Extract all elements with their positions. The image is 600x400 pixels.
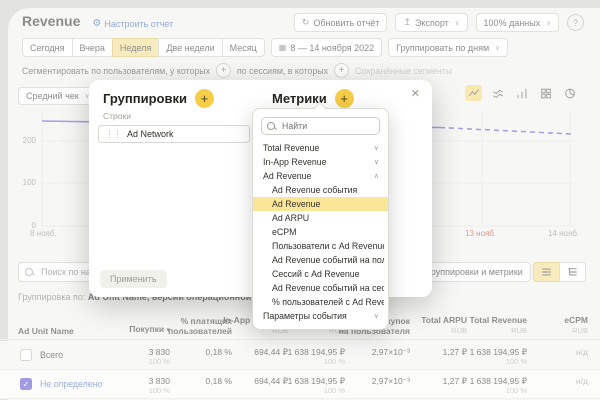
chevron-up-icon: ∧ bbox=[373, 173, 379, 180]
metric-item[interactable]: Ad Revenue событий на пользовате… bbox=[253, 253, 388, 267]
chevron-down-icon: ∨ bbox=[373, 145, 379, 152]
metric-item[interactable]: Сессий с Ad Revenue bbox=[253, 267, 388, 281]
metric-item[interactable]: Пользователи с Ad Revenue bbox=[253, 239, 388, 253]
groupings-column: Группировки + Строки bbox=[103, 89, 214, 121]
groupings-subtitle: Строки bbox=[103, 111, 131, 121]
search-icon bbox=[267, 121, 276, 131]
close-icon[interactable]: ✕ bbox=[411, 89, 420, 100]
metric-item-selected[interactable]: Ad Revenue bbox=[253, 197, 388, 211]
chevron-down-icon: ∨ bbox=[373, 313, 379, 320]
metric-item[interactable]: % пользователей с Ad Revenue bbox=[253, 295, 388, 309]
metric-item[interactable]: eCPM bbox=[253, 225, 388, 239]
metric-item[interactable]: Параметры события ∨ bbox=[253, 309, 388, 323]
apply-button[interactable]: Применить bbox=[100, 270, 167, 288]
metrics-search-input[interactable] bbox=[280, 120, 374, 132]
metrics-list: Total Revenue ∨ In-App Revenue ∨ Ad Revenu… bbox=[253, 141, 388, 323]
metric-item[interactable]: In-App Revenue ∨ bbox=[253, 155, 388, 169]
metric-item-expanded[interactable]: Ad Revenue ∧ bbox=[253, 169, 388, 183]
metrics-dropdown: Total Revenue∨ In-App Revenue∨ Ad Revenu… bbox=[252, 101, 389, 330]
drag-handle-icon[interactable]: ⋮⋮ bbox=[105, 129, 122, 140]
grouping-item-label: Ad Network bbox=[127, 129, 174, 139]
metric-item[interactable]: Ad ARPU bbox=[253, 211, 388, 225]
metric-item[interactable]: Total Revenue ∨ bbox=[253, 141, 388, 155]
groupings-title: Группировки bbox=[103, 91, 187, 106]
metrics-search[interactable] bbox=[261, 117, 380, 135]
app-window: Revenue ⚙ Настроить отчет ↻ Обновить отч… bbox=[0, 0, 600, 400]
add-grouping-icon[interactable]: + bbox=[194, 89, 214, 108]
add-metric-icon[interactable]: + bbox=[334, 89, 354, 108]
metric-item[interactable]: Ad Revenue событий на сессию bbox=[253, 281, 388, 295]
metric-item[interactable]: Ad Revenue события bbox=[253, 183, 388, 197]
chevron-down-icon: ∨ bbox=[373, 159, 379, 166]
grouping-item-ad-network[interactable]: ⋮⋮ Ad Network bbox=[98, 125, 250, 143]
